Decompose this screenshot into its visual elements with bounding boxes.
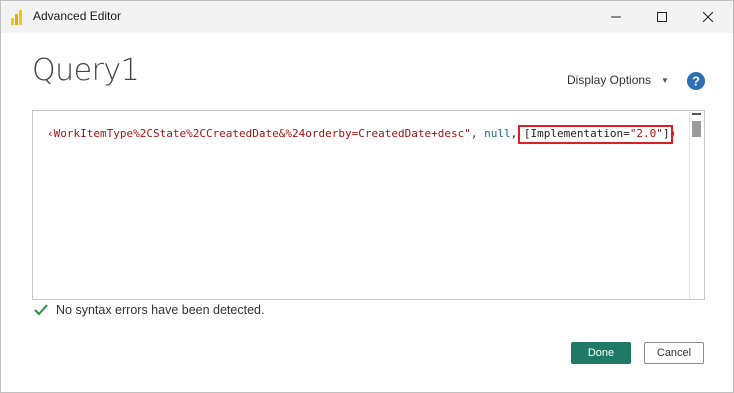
cancel-button[interactable]: Cancel — [644, 342, 704, 364]
code-string-token: ‹WorkItemType%2CState%2CCreatedDate&%24o… — [47, 127, 471, 140]
code-separator-token: , — [470, 127, 485, 140]
syntax-status-message: No syntax errors have been detected. — [56, 303, 265, 317]
syntax-status: No syntax errors have been detected. — [34, 303, 264, 317]
vertical-scrollbar[interactable] — [689, 111, 704, 299]
scrollbar-arrow — [692, 113, 701, 115]
maximize-icon — [657, 12, 667, 22]
scrollbar-thumb[interactable] — [692, 121, 701, 137]
done-button[interactable]: Done — [571, 342, 631, 364]
display-options-dropdown[interactable]: Display Options ▼ — [567, 73, 669, 87]
code-null-keyword: null — [484, 127, 511, 140]
svg-text:?: ? — [692, 74, 700, 89]
query-name-title: Query1 — [32, 53, 140, 88]
code-editor[interactable]: ‹WorkItemType%2CState%2CCreatedDate&%24o… — [32, 110, 705, 300]
implementation-highlight-box — [518, 125, 673, 144]
title-bar: Advanced Editor — [1, 1, 733, 33]
close-button[interactable] — [685, 1, 731, 33]
minimize-button[interactable] — [593, 1, 639, 33]
help-icon[interactable]: ? — [687, 72, 705, 90]
power-bi-app-icon — [11, 9, 25, 25]
minimize-icon — [611, 16, 621, 18]
maximize-button[interactable] — [639, 1, 685, 33]
checkmark-icon — [34, 304, 48, 316]
window-title: Advanced Editor — [33, 9, 122, 23]
close-icon — [703, 12, 713, 22]
chevron-down-icon: ▼ — [661, 75, 669, 85]
advanced-editor-window: Advanced Editor Query1 Display Options ▼… — [0, 0, 734, 393]
display-options-label: Display Options — [567, 73, 652, 87]
